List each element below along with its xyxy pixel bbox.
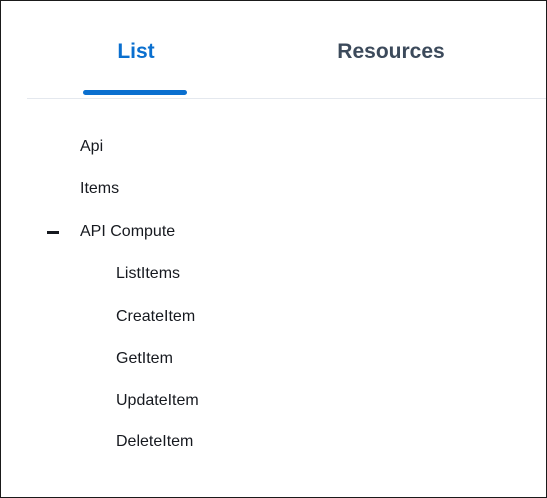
nav-child-updateitem[interactable]: UpdateItem: [116, 391, 199, 411]
tab-list[interactable]: List: [84, 39, 188, 65]
tab-bar: List Resources: [1, 1, 546, 99]
nav-child-listitems[interactable]: ListItems: [116, 264, 180, 284]
tab-divider: [27, 98, 546, 99]
nav-item-api[interactable]: Api: [80, 137, 103, 157]
collapse-minus-icon[interactable]: [47, 231, 59, 234]
nav-child-getitem[interactable]: GetItem: [116, 349, 173, 369]
navigation-panel: List Resources Api Items API Compute Lis…: [0, 0, 547, 498]
active-tab-indicator: [83, 90, 187, 95]
nav-group-api-compute[interactable]: API Compute: [80, 222, 175, 242]
nav-child-deleteitem[interactable]: DeleteItem: [116, 432, 193, 452]
tab-resources[interactable]: Resources: [307, 39, 475, 65]
nav-child-createitem[interactable]: CreateItem: [116, 307, 195, 327]
nav-item-items[interactable]: Items: [80, 179, 119, 199]
